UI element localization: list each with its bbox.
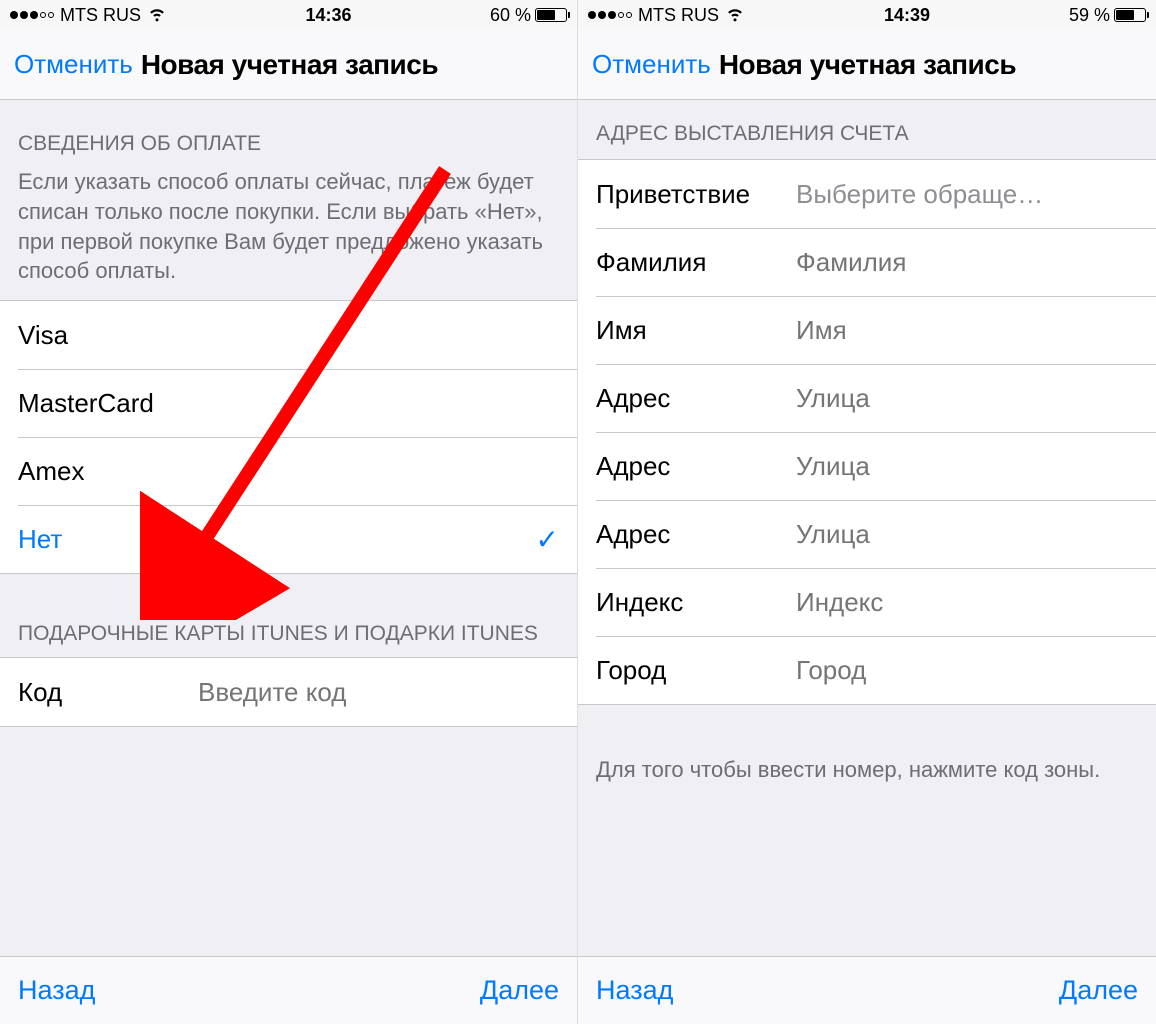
battery-percent: 59 % <box>1069 5 1110 26</box>
field-label: Фамилия <box>596 247 796 278</box>
field-value: Выберите обраще… <box>796 179 1138 210</box>
address-input[interactable] <box>796 451 1138 482</box>
option-label: Amex <box>18 456 188 487</box>
payment-option-none[interactable]: Нет ✓ <box>0 505 577 573</box>
field-city[interactable]: Город <box>578 636 1156 704</box>
field-label: Имя <box>596 315 796 346</box>
signal-dots-icon <box>588 11 632 19</box>
firstname-input[interactable] <box>796 315 1138 346</box>
field-label: Приветствие <box>596 179 796 210</box>
page-title: Новая учетная запись <box>719 49 1016 81</box>
payment-option-mastercard[interactable]: MasterCard <box>0 369 577 437</box>
content-area: СВЕДЕНИЯ ОБ ОПЛАТЕ Если указать способ о… <box>0 100 577 956</box>
field-label: Адрес <box>596 519 796 550</box>
field-address-1[interactable]: Адрес <box>578 364 1156 432</box>
gift-code-list: Код <box>0 657 577 727</box>
battery-icon <box>535 8 567 22</box>
nav-bar: Отменить Новая учетная запись <box>578 30 1156 100</box>
billing-footer-note: Для того чтобы ввести номер, нажмите код… <box>578 705 1156 795</box>
field-lastname[interactable]: Фамилия <box>578 228 1156 296</box>
next-button[interactable]: Далее <box>1059 975 1138 1006</box>
address-input[interactable] <box>796 383 1138 414</box>
field-firstname[interactable]: Имя <box>578 296 1156 364</box>
option-label: Visa <box>18 320 188 351</box>
field-label: Индекс <box>596 587 796 618</box>
page-title: Новая учетная запись <box>141 49 438 81</box>
back-button[interactable]: Назад <box>596 975 673 1006</box>
signal-dots-icon <box>10 11 54 19</box>
carrier-label: MTS RUS <box>60 5 141 26</box>
field-label: Город <box>596 655 796 686</box>
status-time: 14:36 <box>167 5 490 26</box>
cancel-button[interactable]: Отменить <box>14 49 133 80</box>
nav-bar: Отменить Новая учетная запись <box>0 30 577 100</box>
bottom-toolbar: Назад Далее <box>0 956 577 1024</box>
payment-option-amex[interactable]: Amex <box>0 437 577 505</box>
status-bar: MTS RUS 14:39 59 % <box>578 0 1156 30</box>
checkmark-icon: ✓ <box>536 523 559 556</box>
payment-options-list: Visa MasterCard Amex Нет ✓ <box>0 300 577 574</box>
field-salutation[interactable]: Приветствие Выберите обраще… <box>578 160 1156 228</box>
carrier-label: MTS RUS <box>638 5 719 26</box>
city-input[interactable] <box>796 655 1138 686</box>
wifi-icon <box>147 3 167 28</box>
postcode-input[interactable] <box>796 587 1138 618</box>
field-label: Адрес <box>596 383 796 414</box>
status-time: 14:39 <box>745 5 1069 26</box>
back-button[interactable]: Назад <box>18 975 95 1006</box>
cancel-button[interactable]: Отменить <box>592 49 711 80</box>
field-label: Адрес <box>596 451 796 482</box>
address-input[interactable] <box>796 519 1138 550</box>
field-postcode[interactable]: Индекс <box>578 568 1156 636</box>
gift-section-header: ПОДАРОЧНЫЕ КАРТЫ ITUNES И ПОДАРКИ ITUNES <box>0 574 577 657</box>
field-address-3[interactable]: Адрес <box>578 500 1156 568</box>
status-right: 59 % <box>1069 5 1146 26</box>
payment-option-visa[interactable]: Visa <box>0 301 577 369</box>
field-address-2[interactable]: Адрес <box>578 432 1156 500</box>
option-label: MasterCard <box>18 388 188 419</box>
payment-section-desc: Если указать способ оплаты сейчас, плате… <box>0 167 577 300</box>
content-area: АДРЕС ВЫСТАВЛЕНИЯ СЧЕТА Приветствие Выбе… <box>578 100 1156 956</box>
code-label: Код <box>18 677 108 708</box>
bottom-toolbar: Назад Далее <box>578 956 1156 1024</box>
status-bar: MTS RUS 14:36 60 % <box>0 0 577 30</box>
status-right: 60 % <box>490 5 567 26</box>
gift-code-row[interactable]: Код <box>0 658 577 726</box>
battery-percent: 60 % <box>490 5 531 26</box>
payment-section-header: СВЕДЕНИЯ ОБ ОПЛАТЕ <box>0 100 577 167</box>
billing-fields-list: Приветствие Выберите обраще… Фамилия Имя… <box>578 159 1156 705</box>
wifi-icon <box>725 3 745 28</box>
next-button[interactable]: Далее <box>480 975 559 1006</box>
battery-icon <box>1114 8 1146 22</box>
status-left: MTS RUS <box>10 3 167 28</box>
code-input[interactable] <box>108 677 559 708</box>
phone-right: MTS RUS 14:39 59 % Отменить Новая учетна… <box>578 0 1156 1024</box>
status-left: MTS RUS <box>588 3 745 28</box>
lastname-input[interactable] <box>796 247 1138 278</box>
option-label: Нет <box>18 524 188 555</box>
billing-section-header: АДРЕС ВЫСТАВЛЕНИЯ СЧЕТА <box>578 100 1156 159</box>
phone-left: MTS RUS 14:36 60 % Отменить Новая учетна… <box>0 0 578 1024</box>
